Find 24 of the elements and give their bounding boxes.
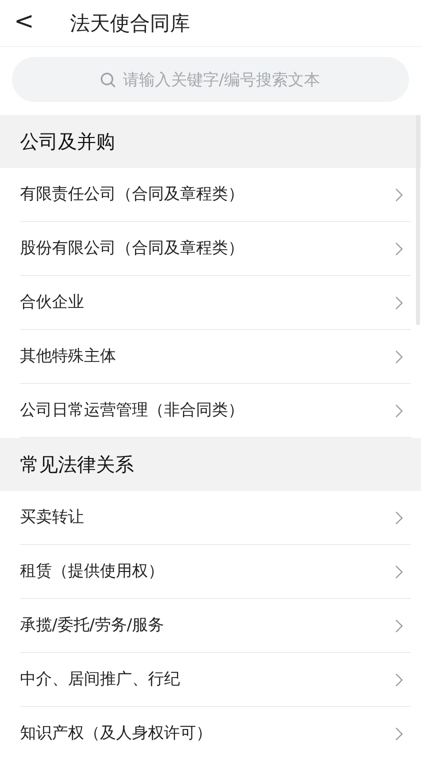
chevron-right-icon bbox=[395, 564, 403, 578]
list-item[interactable]: 承揽/委托/劳务/服务 bbox=[20, 599, 411, 653]
chevron-right-icon bbox=[395, 618, 403, 632]
section-title: 常见法律关系 bbox=[20, 452, 134, 478]
chevron-right-icon bbox=[395, 404, 403, 418]
list-item[interactable]: 股份有限公司（合同及章程类） bbox=[20, 222, 411, 276]
chevron-right-icon bbox=[395, 188, 403, 202]
chevron-right-icon bbox=[395, 296, 403, 310]
list-item[interactable]: 合伙企业 bbox=[20, 276, 411, 330]
list-item[interactable]: 有限责任公司（合同及章程类） bbox=[20, 168, 411, 222]
chevron-right-icon bbox=[395, 350, 403, 364]
chevron-right-icon bbox=[395, 510, 403, 524]
chevron-right-icon bbox=[395, 672, 403, 686]
chevron-right-icon bbox=[395, 726, 403, 740]
list-item[interactable]: 知识产权（及人身权许可） bbox=[20, 707, 411, 760]
list-item[interactable]: 中介、居间推广、行纪 bbox=[20, 653, 411, 707]
section-title: 公司及并购 bbox=[20, 130, 115, 154]
list-item[interactable]: 买卖转让 bbox=[20, 491, 411, 545]
list-item[interactable]: 其他特殊主体 bbox=[20, 330, 411, 384]
search-field[interactable]: 请输入关键字/编号搜索文本 bbox=[12, 57, 409, 102]
back-button[interactable]: < bbox=[0, 7, 70, 39]
chevron-right-icon bbox=[395, 242, 403, 256]
page-title: 法天使合同库 bbox=[70, 10, 190, 36]
list-item[interactable]: 租赁（提供使用权） bbox=[20, 545, 411, 599]
